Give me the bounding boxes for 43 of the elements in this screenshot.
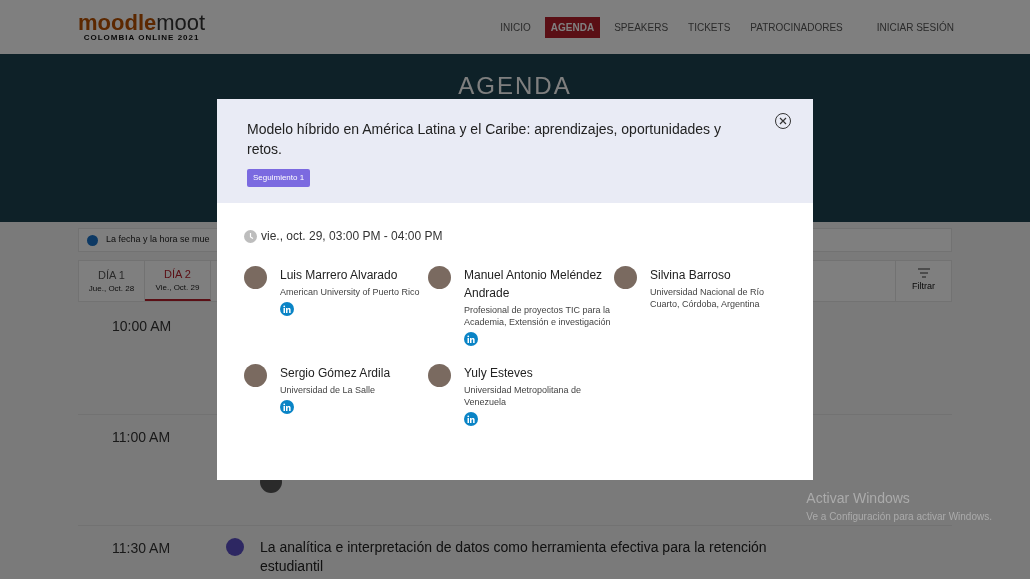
filter-button[interactable]: Filtrar	[895, 261, 951, 301]
speaker-affiliation: Universidad Nacional de Río Cuarto, Córdoba, Argentina	[650, 286, 766, 310]
speaker-avatar	[428, 364, 451, 387]
linkedin-icon[interactable]	[280, 400, 294, 414]
speaker-affiliation: American University of Puerto Rico	[280, 286, 420, 298]
nav-link[interactable]: TICKETS	[682, 16, 737, 38]
speaker-name[interactable]: Sergio Gómez Ardila	[280, 364, 391, 382]
speaker-affiliation: Universidad Metropolitana de Venezuela	[464, 384, 583, 408]
nav-link[interactable]: SPEAKERS	[608, 16, 675, 38]
track-tag: Seguimiento 1	[247, 169, 311, 187]
info-icon	[87, 234, 98, 246]
logo[interactable]: moodlemoot COLOMBIA ONLINE 2021	[78, 12, 206, 42]
session-datetime: vie., oct. 29, 03:00 PM - 04:00 PM	[261, 228, 443, 245]
speaker-avatar	[244, 266, 267, 289]
session-type-icon	[226, 538, 244, 556]
linkedin-icon[interactable]	[280, 302, 294, 316]
nav-link[interactable]: INICIO	[494, 16, 537, 38]
clock-icon	[244, 229, 257, 243]
session-time: 10:00 AM	[112, 317, 173, 336]
session-time: 11:00 AM	[112, 428, 172, 447]
close-icon	[779, 117, 787, 125]
speaker-name[interactable]: Yuly Esteves	[464, 364, 614, 382]
speaker-name[interactable]: Silvina Barroso	[650, 266, 794, 284]
day-tab[interactable]: DÍA 2 Vie., Oct. 29	[145, 261, 211, 301]
filter-icon	[917, 268, 930, 279]
nav-link[interactable]: AGENDA	[544, 16, 601, 38]
info-text: La fecha y la hora se mue	[106, 233, 210, 247]
speaker-affiliation: Profesional de proyectos TIC para la Academia, Extensión e investigación	[464, 304, 612, 328]
session-time: 11:30 AM	[112, 539, 172, 558]
speaker-avatar	[614, 266, 637, 289]
linkedin-icon[interactable]	[464, 412, 478, 426]
day-tab[interactable]: DÍA 1 Jue., Oct. 28	[79, 261, 145, 301]
linkedin-icon[interactable]	[464, 332, 478, 346]
dialog-title: Modelo híbrido en América Latina y el Caribe: aprendizajes, oportunidades y retos.	[247, 120, 722, 159]
page-heading: AGENDA	[458, 72, 572, 100]
login-link[interactable]: INICIAR SESIÓN	[876, 19, 954, 35]
speaker-affiliation: Universidad de La Salle	[280, 384, 377, 396]
speaker-name[interactable]: Manuel Antonio Meléndez Andrade	[464, 266, 614, 302]
speaker-avatar	[244, 364, 267, 387]
session-title[interactable]: La analítica e interpretación de datos como herramienta efectiva para la retención estudiantil	[260, 538, 820, 576]
nav-link[interactable]: PATROCINADORES	[744, 16, 849, 38]
speaker-name[interactable]: Luis Marrero Alvarado	[280, 266, 420, 284]
speaker-avatar	[428, 266, 451, 289]
